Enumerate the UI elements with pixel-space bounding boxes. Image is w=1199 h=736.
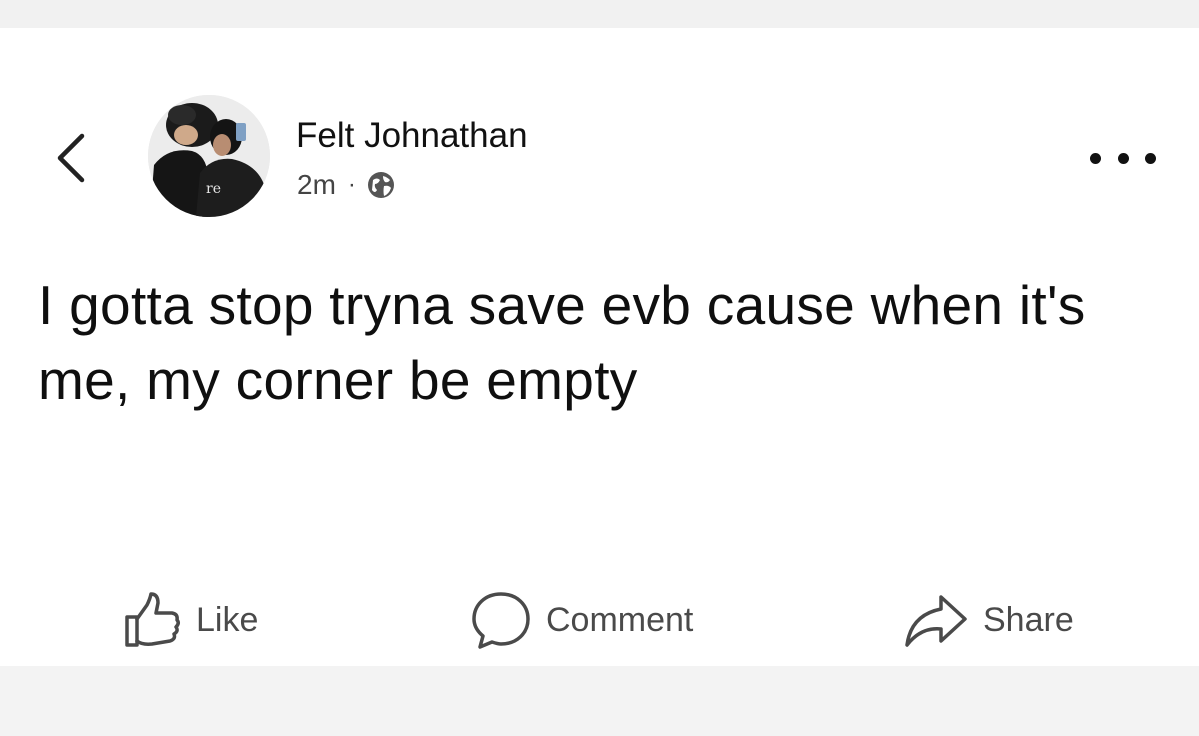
- meta-separator: ·: [347, 171, 356, 198]
- more-dot: [1117, 152, 1129, 164]
- more-horizontal-icon: [1090, 152, 1101, 164]
- share-button[interactable]: Share: [903, 588, 1074, 652]
- more-options-button[interactable]: [1090, 146, 1156, 170]
- post-meta: 2m ·: [297, 168, 396, 202]
- comment-label: Comment: [546, 600, 694, 639]
- back-button[interactable]: [50, 130, 90, 186]
- bottom-band: [0, 666, 1199, 736]
- more-dot: [1145, 152, 1156, 164]
- avatar-caption: re: [206, 181, 221, 197]
- thumbs-up-icon: [125, 592, 181, 647]
- comment-button[interactable]: Comment: [470, 588, 693, 652]
- avatar-photo: re: [148, 95, 270, 217]
- comment-bubble-icon: [472, 592, 530, 649]
- share-label: Share: [983, 600, 1074, 639]
- share-arrow-icon: [905, 595, 967, 647]
- avatar[interactable]: re: [148, 95, 270, 217]
- globe-icon: [367, 172, 394, 198]
- top-band: [0, 0, 1199, 28]
- post-time[interactable]: 2m: [297, 169, 336, 201]
- author-name[interactable]: Felt Johnathan: [296, 116, 528, 156]
- like-label: Like: [196, 600, 259, 639]
- like-button[interactable]: Like: [122, 588, 258, 652]
- post-text: I gotta stop tryna save evb cause when i…: [38, 274, 1086, 411]
- chevron-left-icon: [57, 133, 85, 183]
